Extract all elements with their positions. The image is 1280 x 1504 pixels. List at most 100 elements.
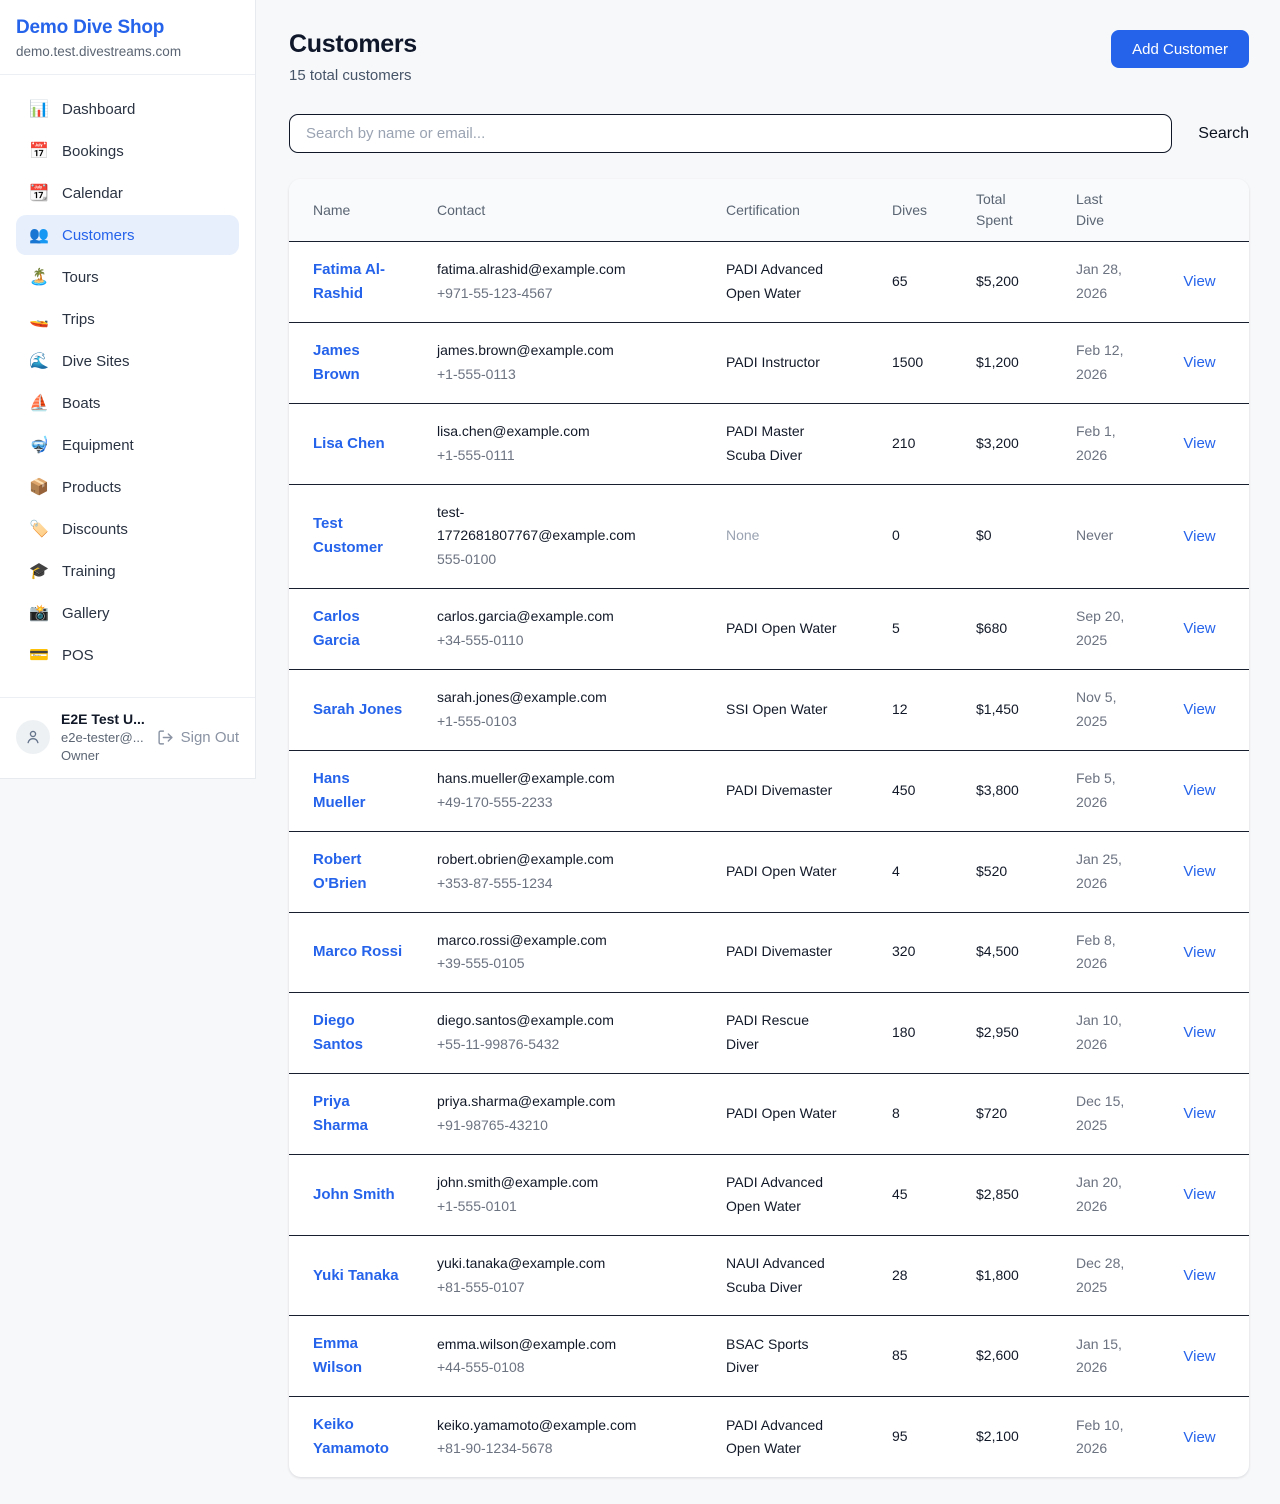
page-head: Customers 15 total customers Add Custome… [289, 30, 1249, 84]
column-header-contact: Contact [421, 179, 676, 242]
customers-table: NameContactCertificationDivesTotal Spent… [289, 179, 1249, 1477]
column-header-last-dive: Last Dive [1060, 179, 1150, 242]
sidebar-item-boats[interactable]: ⛵ Boats [16, 383, 239, 423]
customer-last-dive: Jan 25, 2026 [1060, 831, 1150, 912]
view-link[interactable]: View [1183, 1267, 1215, 1284]
customer-phone: +81-90-1234-5678 [437, 1437, 660, 1461]
customer-email: robert.obrien@example.com [437, 848, 660, 872]
sidebar-item-products[interactable]: 📦 Products [16, 467, 239, 507]
customer-total-spent: $3,800 [960, 750, 1060, 831]
view-link[interactable]: View [1183, 273, 1215, 290]
customer-last-dive: Feb 5, 2026 [1060, 750, 1150, 831]
sidebar-item-label: Training [62, 563, 116, 580]
table-row: Sarah Jones sarah.jones@example.com +1-5… [289, 669, 1249, 750]
customer-certification: BSAC Sports Diver [676, 1316, 876, 1397]
search-button[interactable]: Search [1198, 125, 1249, 143]
search-input[interactable] [289, 114, 1172, 153]
customer-total-spent: $4,500 [960, 912, 1060, 993]
add-customer-button[interactable]: Add Customer [1111, 30, 1249, 68]
view-link[interactable]: View [1183, 354, 1215, 371]
customer-dives: 95 [876, 1397, 960, 1478]
view-link[interactable]: View [1183, 1186, 1215, 1203]
sidebar-item-dive-sites[interactable]: 🌊 Dive Sites [16, 341, 239, 381]
customer-last-dive: Dec 15, 2025 [1060, 1074, 1150, 1155]
sidebar-item-customers[interactable]: 👥 Customers [16, 215, 239, 255]
view-link[interactable]: View [1183, 863, 1215, 880]
column-header-certification: Certification [676, 179, 876, 242]
customer-last-dive: Feb 8, 2026 [1060, 912, 1150, 993]
sidebar-item-label: POS [62, 647, 94, 664]
customer-email: yuki.tanaka@example.com [437, 1252, 660, 1276]
customer-phone: +1-555-0111 [437, 444, 660, 468]
page-subtitle: 15 total customers [289, 67, 417, 84]
user-meta: E2E Test U... e2e-tester@... Owner [61, 711, 145, 763]
table-row: Yuki Tanaka yuki.tanaka@example.com +81-… [289, 1235, 1249, 1316]
customer-dives: 85 [876, 1316, 960, 1397]
customer-email: marco.rossi@example.com [437, 929, 660, 953]
sidebar-item-bookings[interactable]: 📅 Bookings [16, 131, 239, 171]
customer-phone: +1-555-0113 [437, 363, 660, 387]
sidebar-item-equipment[interactable]: 🤿 Equipment [16, 425, 239, 465]
customer-name-link[interactable]: Yuki Tanaka [313, 1264, 399, 1288]
customer-name-link[interactable]: Carlos Garcia [313, 605, 405, 653]
customer-total-spent: $520 [960, 831, 1060, 912]
customer-last-dive: Nov 5, 2025 [1060, 669, 1150, 750]
customer-name-link[interactable]: Diego Santos [313, 1009, 405, 1057]
view-link[interactable]: View [1183, 528, 1215, 545]
sidebar-item-discounts[interactable]: 🏷️ Discounts [16, 509, 239, 549]
customer-name-link[interactable]: Test Customer [313, 512, 405, 560]
view-link[interactable]: View [1183, 435, 1215, 452]
view-link[interactable]: View [1183, 782, 1215, 799]
credit-card-icon: 💳 [28, 645, 50, 665]
sidebar-item-label: Equipment [62, 437, 134, 454]
customer-name-link[interactable]: Marco Rossi [313, 940, 402, 964]
customer-certification: None [676, 484, 876, 588]
view-link[interactable]: View [1183, 701, 1215, 718]
view-link[interactable]: View [1183, 1105, 1215, 1122]
sign-out-button[interactable]: Sign Out [157, 729, 239, 746]
customer-name-link[interactable]: Lisa Chen [313, 432, 385, 456]
customer-name-link[interactable]: Hans Mueller [313, 767, 405, 815]
customer-certification: PADI Rescue Diver [676, 993, 876, 1074]
sidebar-item-gallery[interactable]: 📸 Gallery [16, 593, 239, 633]
customer-total-spent: $720 [960, 1074, 1060, 1155]
customer-total-spent: $2,100 [960, 1397, 1060, 1478]
view-link[interactable]: View [1183, 1024, 1215, 1041]
sidebar-item-tours[interactable]: 🏝️ Tours [16, 257, 239, 297]
customer-dives: 5 [876, 588, 960, 669]
customer-name-link[interactable]: Sarah Jones [313, 698, 402, 722]
customer-name-link[interactable]: Emma Wilson [313, 1332, 405, 1380]
customer-name-link[interactable]: Robert O'Brien [313, 848, 405, 896]
sidebar-item-trips[interactable]: 🚤 Trips [16, 299, 239, 339]
sidebar-item-dashboard[interactable]: 📊 Dashboard [16, 89, 239, 129]
sidebar-item-calendar[interactable]: 📆 Calendar [16, 173, 239, 213]
customer-total-spent: $1,450 [960, 669, 1060, 750]
customer-phone: +55-11-99876-5432 [437, 1033, 660, 1057]
customer-dives: 180 [876, 993, 960, 1074]
customer-total-spent: $680 [960, 588, 1060, 669]
tear-off-calendar-icon: 📆 [28, 183, 50, 203]
sidebar-item-training[interactable]: 🎓 Training [16, 551, 239, 591]
tag-icon: 🏷️ [28, 519, 50, 539]
diving-mask-icon: 🤿 [28, 435, 50, 455]
table-row: Priya Sharma priya.sharma@example.com +9… [289, 1074, 1249, 1155]
customer-phone: +44-555-0108 [437, 1356, 660, 1380]
customer-email: diego.santos@example.com [437, 1009, 660, 1033]
island-icon: 🏝️ [28, 267, 50, 287]
view-link[interactable]: View [1183, 620, 1215, 637]
view-link[interactable]: View [1183, 1429, 1215, 1446]
customer-phone: +39-555-0105 [437, 952, 660, 976]
package-icon: 📦 [28, 477, 50, 497]
sidebar-item-pos[interactable]: 💳 POS [16, 635, 239, 675]
customer-name-link[interactable]: Fatima Al-Rashid [313, 258, 405, 306]
view-link[interactable]: View [1183, 1348, 1215, 1365]
customer-name-link[interactable]: Keiko Yamamoto [313, 1413, 405, 1461]
customers-table-card: NameContactCertificationDivesTotal Spent… [289, 179, 1249, 1477]
view-link[interactable]: View [1183, 944, 1215, 961]
customer-name-link[interactable]: James Brown [313, 339, 405, 387]
customer-name-link[interactable]: John Smith [313, 1183, 395, 1207]
customer-last-dive: Jan 20, 2026 [1060, 1155, 1150, 1236]
customer-certification: PADI Open Water [676, 588, 876, 669]
customer-email: priya.sharma@example.com [437, 1090, 660, 1114]
customer-name-link[interactable]: Priya Sharma [313, 1090, 405, 1138]
